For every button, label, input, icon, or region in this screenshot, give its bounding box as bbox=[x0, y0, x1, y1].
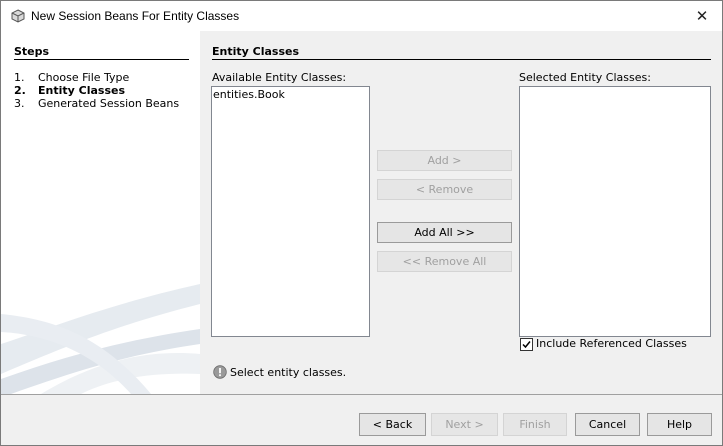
list-item[interactable]: entities.Book bbox=[212, 87, 369, 102]
window-title: New Session Beans For Entity Classes bbox=[31, 9, 240, 23]
main-panel: Entity Classes Available Entity Classes:… bbox=[200, 31, 722, 394]
back-button[interactable]: < Back bbox=[359, 413, 426, 436]
include-referenced-label[interactable]: Include Referenced Classes bbox=[536, 337, 687, 350]
step-item-1: 1. Choose File Type bbox=[14, 71, 130, 84]
selected-classes-label: Selected Entity Classes: bbox=[519, 71, 651, 84]
next-button[interactable]: Next > bbox=[431, 413, 498, 436]
finish-button[interactable]: Finish bbox=[503, 413, 567, 436]
add-all-button[interactable]: Add All >> bbox=[377, 222, 512, 243]
steps-list: 1. Choose File Type 2. Entity Classes 3. Ge… bbox=[14, 71, 179, 110]
title-bar: New Session Beans For Entity Classes ✕ bbox=[1, 1, 722, 31]
step-item-2: 2. Entity Classes bbox=[14, 84, 126, 97]
cancel-button[interactable]: Cancel bbox=[575, 413, 640, 436]
steps-divider bbox=[14, 59, 189, 60]
available-classes-list[interactable]: entities.Book bbox=[211, 86, 370, 337]
checkmark-icon bbox=[522, 341, 531, 349]
info-icon bbox=[213, 365, 227, 379]
decorative-swirl-graphic bbox=[1, 284, 200, 394]
steps-panel: Steps 1. Choose File Type 2. Entity Classe… bbox=[1, 31, 200, 394]
section-title: Entity Classes bbox=[212, 45, 300, 58]
dialog-window: New Session Beans For Entity Classes ✕ S… bbox=[0, 0, 723, 446]
remove-all-button[interactable]: << Remove All bbox=[377, 251, 512, 272]
close-icon: ✕ bbox=[695, 7, 709, 25]
include-referenced-checkbox[interactable] bbox=[520, 338, 533, 351]
add-button[interactable]: Add > bbox=[377, 150, 512, 171]
footer-button-bar: < Back Next > Finish Cancel Help bbox=[1, 395, 722, 445]
netbeans-cube-icon bbox=[11, 9, 25, 23]
close-button[interactable]: ✕ bbox=[682, 1, 722, 31]
steps-title: Steps bbox=[14, 45, 50, 58]
status-message: Select entity classes. bbox=[230, 366, 347, 379]
section-divider bbox=[212, 59, 711, 60]
available-classes-label: Available Entity Classes: bbox=[212, 71, 347, 84]
step-item-3: 3. Generated Session Beans bbox=[14, 97, 180, 110]
selected-classes-list[interactable] bbox=[519, 86, 711, 337]
remove-button[interactable]: < Remove bbox=[377, 179, 512, 200]
help-button[interactable]: Help bbox=[647, 413, 712, 436]
